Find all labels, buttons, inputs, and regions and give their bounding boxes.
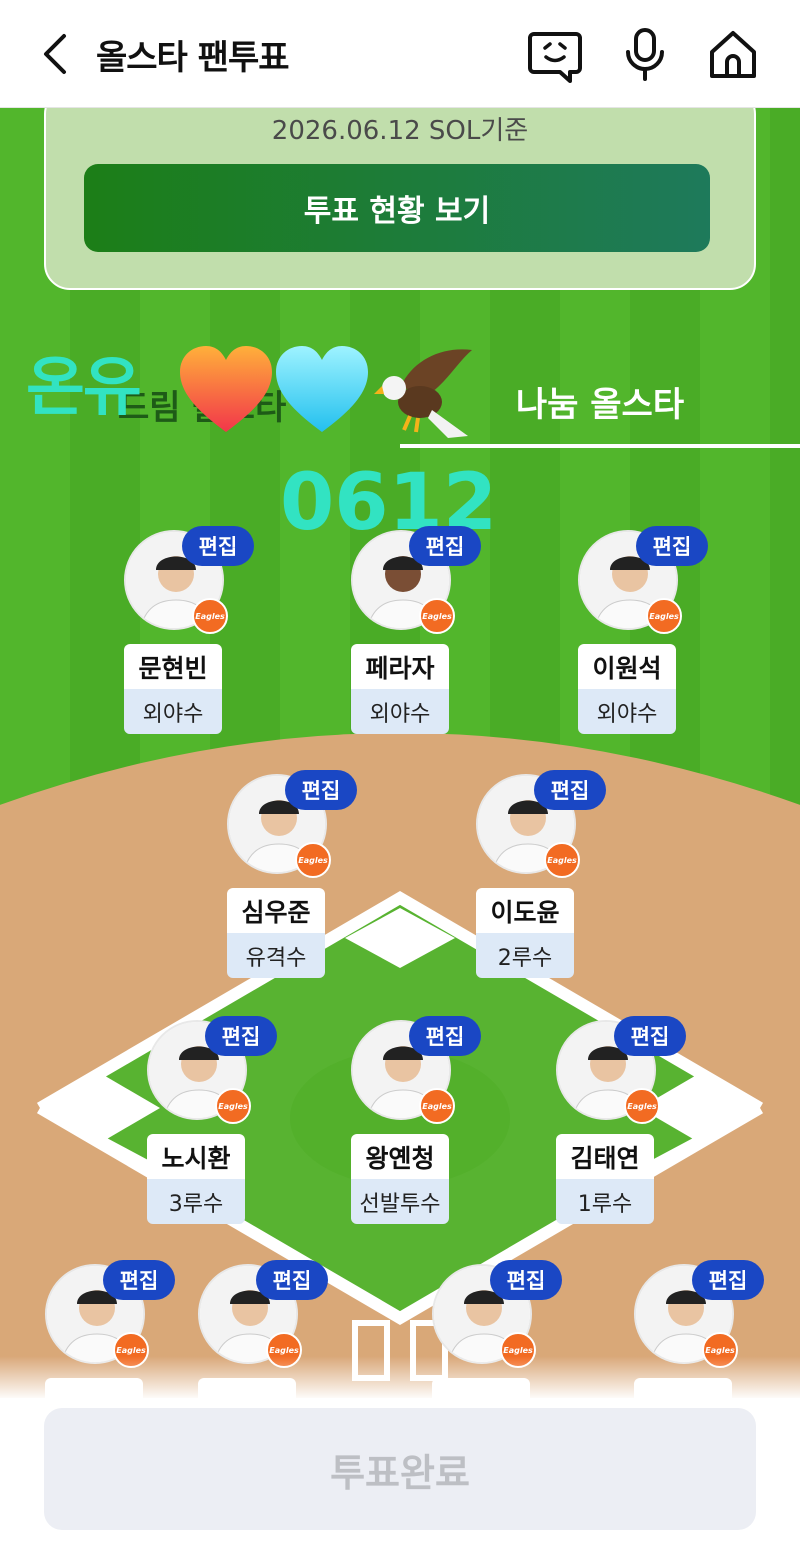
player-label: 문현빈 외야수 bbox=[124, 644, 222, 734]
player-position: 2루수 bbox=[476, 933, 574, 978]
overlay-name-text: 온유 bbox=[26, 351, 142, 425]
eagles-logo-icon: Eagles bbox=[419, 598, 455, 634]
edit-button[interactable]: 편집 bbox=[256, 1260, 328, 1300]
eagle-icon bbox=[374, 349, 472, 438]
player-name: 페라자 bbox=[351, 644, 449, 689]
player-name: 노시환 bbox=[147, 1134, 245, 1179]
player-position: 외야수 bbox=[351, 689, 449, 734]
vote-complete-button[interactable]: 투표완료 bbox=[44, 1408, 756, 1530]
eagles-logo-icon: Eagles bbox=[295, 842, 331, 878]
player-name: 이도윤 bbox=[476, 888, 574, 933]
view-vote-status-button[interactable]: 투표 현황 보기 bbox=[84, 164, 710, 252]
player-name: 왕옌청 bbox=[351, 1134, 449, 1179]
player-name: 심우준 bbox=[227, 888, 325, 933]
player-name: 문현빈 bbox=[124, 644, 222, 689]
vote-date: 2026.06.12 SOL기준 bbox=[271, 116, 529, 146]
player-label: 이도윤 2루수 bbox=[476, 888, 574, 978]
player-position: 선발투수 bbox=[351, 1179, 449, 1224]
chatbot-icon[interactable] bbox=[526, 26, 584, 84]
player-label: 심우준 유격수 bbox=[227, 888, 325, 978]
player-position: 3루수 bbox=[147, 1179, 245, 1224]
player-name: 김태연 bbox=[556, 1134, 654, 1179]
footer: 투표완료 bbox=[0, 1398, 800, 1566]
edit-button[interactable]: 편집 bbox=[182, 526, 254, 566]
player-label: 김태연 1루수 bbox=[556, 1134, 654, 1224]
edit-button[interactable]: 편집 bbox=[409, 526, 481, 566]
vote-status-card: 2026.06.12 SOL기준 투표 현황 보기 bbox=[44, 108, 756, 290]
edit-button[interactable]: 편집 bbox=[636, 526, 708, 566]
scroll-fade bbox=[0, 1356, 800, 1400]
player-position: 외야수 bbox=[124, 689, 222, 734]
player-label: 왕옌청 선발투수 bbox=[351, 1134, 449, 1224]
edit-button[interactable]: 편집 bbox=[103, 1260, 175, 1300]
player-label: 이원석 외야수 bbox=[578, 644, 676, 734]
edit-button[interactable]: 편집 bbox=[614, 1016, 686, 1056]
page-title: 올스타 팬투표 bbox=[96, 38, 290, 78]
player-position: 1루수 bbox=[556, 1179, 654, 1224]
player-label: 페라자 외야수 bbox=[351, 644, 449, 734]
player-label: 노시환 3루수 bbox=[147, 1134, 245, 1224]
eagles-logo-icon: Eagles bbox=[624, 1088, 660, 1124]
player-position: 유격수 bbox=[227, 933, 325, 978]
eagles-logo-icon: Eagles bbox=[544, 842, 580, 878]
eagles-logo-icon: Eagles bbox=[646, 598, 682, 634]
back-arrow-icon[interactable] bbox=[34, 30, 78, 78]
edit-button[interactable]: 편집 bbox=[534, 770, 606, 810]
baseball-field: 2026.06.12 SOL기준 투표 현황 보기 드림 올스타 나눔 올스타 … bbox=[0, 108, 800, 1398]
microphone-icon[interactable] bbox=[616, 26, 674, 84]
app-header: 올스타 팬투표 bbox=[0, 0, 800, 108]
player-name: 이원석 bbox=[578, 644, 676, 689]
eagles-logo-icon: Eagles bbox=[192, 598, 228, 634]
player-position: 외야수 bbox=[578, 689, 676, 734]
eagles-logo-icon: Eagles bbox=[215, 1088, 251, 1124]
eagles-logo-icon: Eagles bbox=[419, 1088, 455, 1124]
edit-button[interactable]: 편집 bbox=[285, 770, 357, 810]
light-blue-heart-icon bbox=[276, 346, 368, 432]
edit-button[interactable]: 편집 bbox=[205, 1016, 277, 1056]
orange-heart-icon bbox=[180, 346, 272, 432]
edit-button[interactable]: 편집 bbox=[692, 1260, 764, 1300]
edit-button[interactable]: 편집 bbox=[490, 1260, 562, 1300]
home-icon[interactable] bbox=[704, 26, 762, 84]
edit-button[interactable]: 편집 bbox=[409, 1016, 481, 1056]
